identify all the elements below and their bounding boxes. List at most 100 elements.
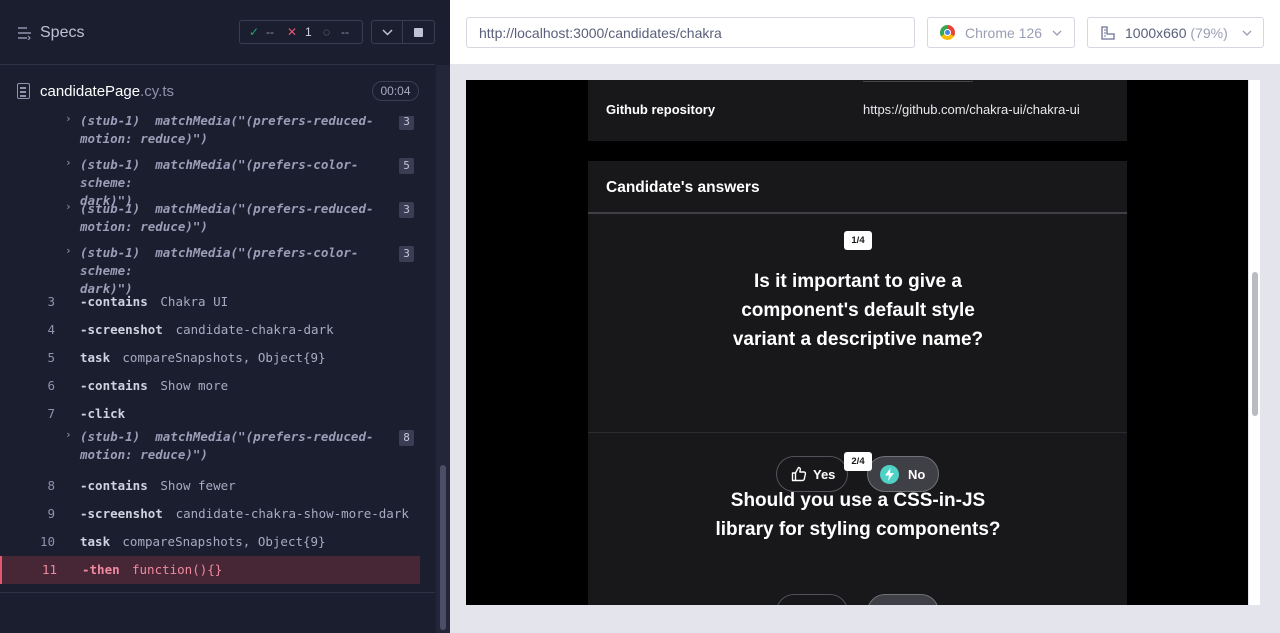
app-frame: Github repository https://github.com/cha… bbox=[466, 80, 1248, 605]
stub-log-entry[interactable]: › (stub-1) matchMedia("(prefers-reduced- … bbox=[0, 428, 420, 472]
command-number: 7 bbox=[47, 406, 55, 421]
chevron-right-icon: › bbox=[65, 200, 72, 213]
command-number: 5 bbox=[47, 350, 55, 365]
command-message: function(){} bbox=[132, 562, 223, 577]
question-text: Should you use a CSS-in-JS library for s… bbox=[715, 490, 1001, 540]
command-name: task bbox=[80, 350, 111, 365]
call-count-badge: 3 bbox=[399, 246, 414, 262]
no-label: No bbox=[908, 467, 926, 482]
command-name: -screenshot bbox=[80, 506, 163, 521]
spec-file-basename: candidatePage bbox=[40, 83, 141, 100]
command-number: 8 bbox=[47, 478, 55, 493]
chevron-right-icon: › bbox=[65, 244, 72, 257]
spec-file-header: candidatePage.cy.ts 00:04 bbox=[0, 66, 435, 116]
stub-log-entry[interactable]: › (stub-1) matchMedia("(prefers-color-sch… bbox=[0, 244, 420, 296]
command-row[interactable]: 10 task compareSnapshots, Object{9} bbox=[0, 528, 420, 556]
stub-text: (stub-1) matchMedia("(prefers-reduced- m… bbox=[80, 116, 374, 146]
command-row[interactable]: 5 task compareSnapshots, Object{9} bbox=[0, 344, 420, 372]
chevron-down-icon bbox=[382, 29, 393, 36]
command-name: -screenshot bbox=[80, 322, 163, 337]
scrollbar-thumb[interactable] bbox=[440, 465, 446, 630]
command-name: -contains bbox=[80, 294, 148, 309]
command-message: compareSnapshots, Object{9} bbox=[122, 350, 326, 365]
command-number: 10 bbox=[39, 534, 55, 549]
divider bbox=[588, 432, 1127, 433]
command-row[interactable]: 4 -screenshot candidate-chakra-dark bbox=[0, 316, 420, 344]
viewport-scale: (79%) bbox=[1190, 25, 1228, 41]
chevron-right-icon: › bbox=[65, 116, 72, 125]
stop-button[interactable] bbox=[403, 20, 435, 44]
command-log: › (stub-1) matchMedia("(prefers-reduced- … bbox=[0, 116, 435, 592]
command-name: -contains bbox=[80, 378, 148, 393]
specs-header: Specs ✓ -- ✕ 1 ◌ -- bbox=[0, 0, 435, 65]
stub-text: (stub-1) matchMedia("(prefers-reduced- m… bbox=[80, 429, 374, 462]
question-counter: 2/4 bbox=[844, 452, 872, 471]
duration-badge: 00:04 bbox=[372, 81, 419, 101]
spec-file-name[interactable]: candidatePage.cy.ts bbox=[40, 83, 174, 100]
command-message: candidate-chakra-show-more-dark bbox=[175, 506, 409, 521]
call-count-badge: 8 bbox=[399, 430, 414, 446]
failed-count: 1 bbox=[305, 25, 312, 39]
call-count-badge: 5 bbox=[399, 158, 414, 174]
lightning-icon bbox=[880, 465, 899, 484]
question-text: Is it important to give a component's de… bbox=[732, 271, 984, 350]
check-icon: ✓ bbox=[249, 25, 260, 39]
command-name: task bbox=[80, 534, 111, 549]
chevron-down-icon bbox=[1052, 30, 1062, 36]
command-message: Show fewer bbox=[160, 478, 236, 493]
stub-log-entry[interactable]: › (stub-1) matchMedia("(prefers-reduced- … bbox=[0, 200, 420, 244]
divider bbox=[0, 592, 435, 593]
command-name: -contains bbox=[80, 478, 148, 493]
app-scrollbar-thumb[interactable] bbox=[1252, 272, 1258, 416]
repo-label: Github repository bbox=[606, 102, 716, 117]
divider bbox=[863, 80, 973, 82]
chevron-down-icon bbox=[1242, 30, 1252, 36]
stub-log-entry[interactable]: › (stub-1) matchMedia("(prefers-color-sch… bbox=[0, 156, 420, 208]
specs-title[interactable]: Specs bbox=[40, 24, 84, 42]
command-row[interactable]: 7 -click bbox=[0, 400, 420, 428]
browser-selector[interactable]: Chrome 126 bbox=[927, 17, 1075, 48]
url-field[interactable]: http://localhost:3000/candidates/chakra bbox=[466, 17, 915, 48]
command-number: 9 bbox=[47, 506, 55, 521]
stub-text: (stub-1) matchMedia("(prefers-reduced- m… bbox=[80, 201, 374, 234]
yes-label: Yes bbox=[813, 467, 836, 482]
viewport-label: 1000x660 (79%) bbox=[1125, 25, 1228, 41]
reporter-panel: Specs ✓ -- ✕ 1 ◌ -- candidatePage.cy.ts … bbox=[0, 0, 450, 633]
command-row[interactable]: 6 -contains Show more bbox=[0, 372, 420, 400]
viewport-size: 1000x660 bbox=[1125, 25, 1187, 41]
command-number: 6 bbox=[47, 378, 55, 393]
chevron-right-icon: › bbox=[65, 428, 72, 441]
yes-button[interactable] bbox=[776, 594, 848, 605]
question-counter: 1/4 bbox=[844, 231, 872, 250]
spec-file-ext: .cy.ts bbox=[140, 83, 174, 100]
x-icon: ✕ bbox=[287, 25, 298, 39]
call-count-badge: 3 bbox=[399, 116, 414, 130]
command-message: compareSnapshots, Object{9} bbox=[122, 534, 326, 549]
divider bbox=[588, 212, 1127, 214]
failed-command-row[interactable]: 11 -then function(){} bbox=[0, 556, 420, 584]
repo-card: Github repository https://github.com/cha… bbox=[588, 80, 1127, 141]
test-stats: ✓ -- ✕ 1 ◌ -- bbox=[239, 20, 363, 44]
chrome-icon bbox=[940, 25, 955, 40]
command-message: Show more bbox=[160, 378, 229, 393]
command-row[interactable]: 8 -contains Show fewer bbox=[0, 472, 420, 500]
command-number: 4 bbox=[47, 322, 55, 337]
viewport-selector[interactable]: 1000x660 (79%) bbox=[1087, 17, 1264, 48]
command-row[interactable]: 3 -contains Chakra UI bbox=[0, 288, 420, 316]
command-number: 11 bbox=[41, 562, 57, 577]
thumbs-up-icon bbox=[791, 466, 807, 482]
repo-link[interactable]: https://github.com/chakra-ui/chakra-ui bbox=[863, 102, 1080, 117]
no-button[interactable] bbox=[867, 594, 939, 605]
answers-card: Candidate's answers 1/4 Is it important … bbox=[588, 161, 1127, 605]
command-row[interactable]: 9 -screenshot candidate-chakra-show-more-d… bbox=[0, 500, 420, 528]
answers-title: Candidate's answers bbox=[606, 179, 760, 196]
command-name: -then bbox=[82, 562, 120, 577]
command-message: Chakra UI bbox=[160, 294, 229, 309]
command-name: -click bbox=[80, 406, 126, 421]
specs-list-icon[interactable] bbox=[17, 26, 32, 40]
stub-log-entry[interactable]: › (stub-1) matchMedia("(prefers-reduced- … bbox=[0, 116, 420, 156]
collapse-button[interactable] bbox=[371, 20, 403, 44]
call-count-badge: 3 bbox=[399, 202, 414, 218]
passed-count: -- bbox=[266, 25, 274, 39]
command-message: candidate-chakra-dark bbox=[175, 322, 334, 337]
